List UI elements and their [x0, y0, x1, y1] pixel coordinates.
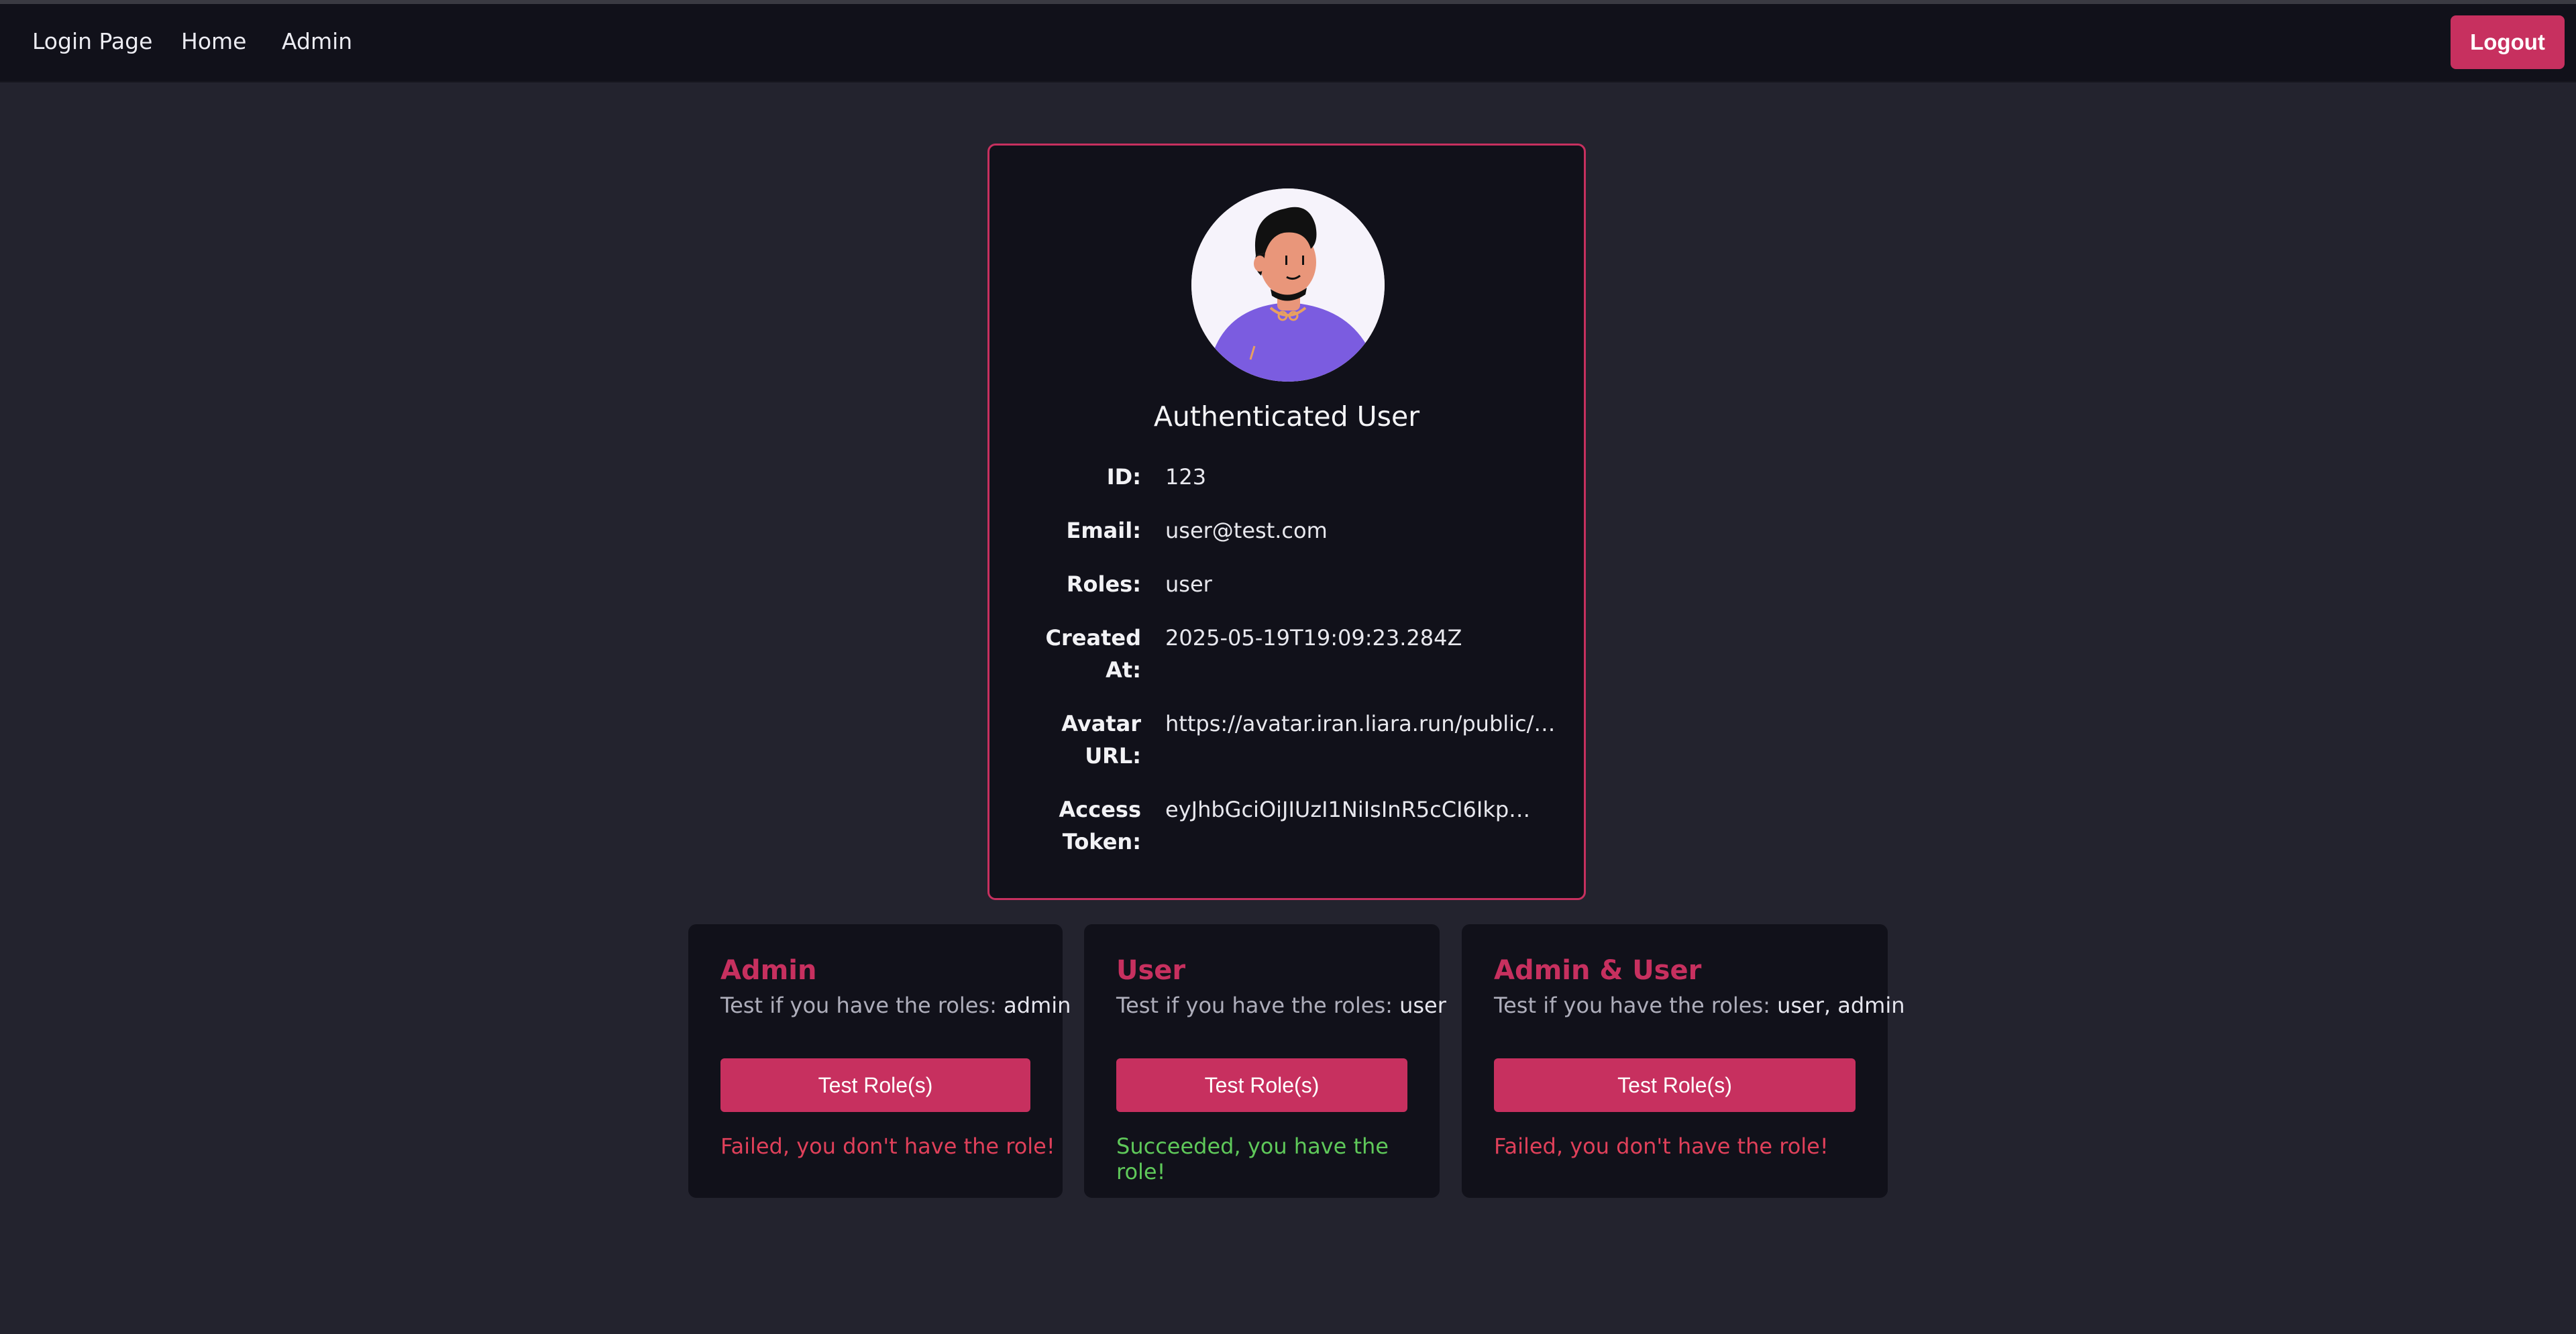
field-label-avatar-url: Avatar URL:	[1061, 711, 1141, 769]
test-roles-button-admin[interactable]: Test Role(s)	[720, 1058, 1030, 1112]
avatar-illustration-icon	[1191, 188, 1385, 382]
profile-card: Authenticated User ID: 123 Email: user@t…	[987, 144, 1586, 900]
test-roles-button-admin-and-user[interactable]: Test Role(s)	[1494, 1058, 1856, 1112]
role-card-user: User Test if you have the roles: user Te…	[1084, 924, 1446, 1198]
field-value-access-token: eyJhbGciOiJIUzI1NiIsInR5cCI6IkpXVC…	[1165, 797, 1541, 822]
role-card-admin-and-user: Admin & User Test if you have the roles:…	[1462, 924, 1905, 1198]
profile-title: Authenticated User	[1153, 400, 1420, 433]
nav-link-login-page[interactable]: Login Page	[32, 28, 152, 55]
role-card-title: User	[1116, 955, 1186, 986]
nav-link-admin[interactable]: Admin	[282, 28, 352, 55]
field-value-id: 123	[1165, 464, 1207, 490]
role-result-admin-and-user: Failed, you don't have the role!	[1494, 1133, 1829, 1159]
field-label-email: Email:	[1066, 518, 1141, 543]
navbar: Login Page Home Admin Logout	[0, 4, 2576, 82]
role-card-admin: Admin Test if you have the roles: admin …	[688, 924, 1071, 1198]
field-value-roles: user	[1165, 571, 1212, 597]
role-result-admin: Failed, you don't have the role!	[720, 1133, 1055, 1159]
role-card-roles: admin	[1004, 993, 1071, 1018]
field-value-avatar-url: https://avatar.iran.liara.run/public/25	[1165, 711, 1561, 736]
field-value-created-at: 2025-05-19T19:09:23.284Z	[1165, 625, 1462, 651]
field-value-email: user@test.com	[1165, 518, 1328, 543]
role-result-user: Succeeded, you have the role!	[1116, 1133, 1389, 1184]
test-roles-button-user[interactable]: Test Role(s)	[1116, 1058, 1407, 1112]
avatar	[1191, 188, 1385, 382]
role-card-roles: user	[1399, 993, 1446, 1018]
field-label-access-token: Access Token:	[1059, 797, 1142, 854]
role-card-description: Test if you have the roles: user	[1116, 993, 1446, 1018]
role-card-title: Admin	[720, 955, 817, 986]
logout-button[interactable]: Logout	[2451, 15, 2565, 69]
role-card-description: Test if you have the roles: admin	[720, 993, 1071, 1018]
nav-link-home[interactable]: Home	[181, 28, 246, 55]
field-label-created-at: Created At:	[1045, 625, 1141, 683]
field-label-id: ID:	[1106, 464, 1141, 490]
role-card-description: Test if you have the roles: user, admin	[1494, 993, 1905, 1018]
field-label-roles: Roles:	[1066, 571, 1141, 597]
role-card-roles: user, admin	[1777, 993, 1905, 1018]
role-card-title: Admin & User	[1494, 955, 1702, 986]
